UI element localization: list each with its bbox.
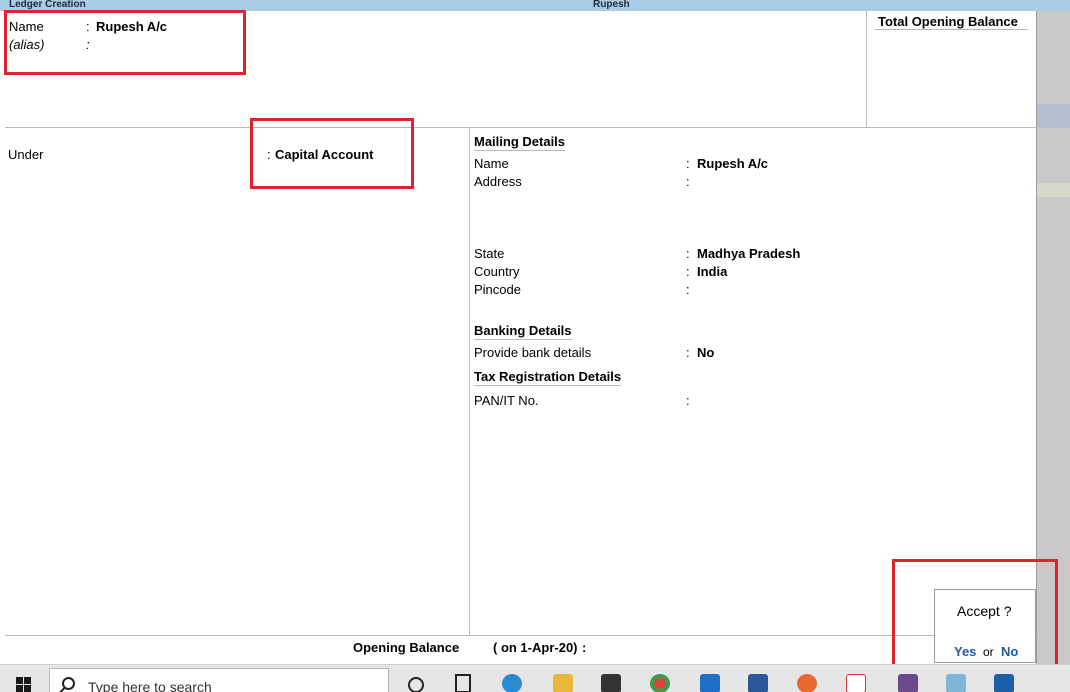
address-field[interactable] [697, 174, 997, 238]
address-colon: : [686, 174, 690, 189]
provide-bank-details-field[interactable]: No [697, 345, 714, 360]
pan-label: PAN/IT No. [474, 393, 539, 408]
window-title: Ledger Creation [9, 0, 86, 10]
file-explorer-icon[interactable] [553, 674, 573, 692]
company-name: Rupesh [593, 0, 630, 10]
divider [469, 128, 470, 635]
state-colon: : [686, 246, 690, 261]
firefox-icon[interactable] [797, 674, 817, 692]
opening-balance-label: Opening Balance [353, 640, 460, 655]
mailing-name-colon: : [686, 156, 690, 171]
divider [5, 635, 1037, 636]
pincode-field[interactable] [697, 282, 847, 298]
divider [866, 11, 867, 127]
opening-balance-date: ( on 1-Apr-20) [493, 640, 578, 655]
chrome-icon[interactable] [650, 674, 670, 692]
search-placeholder: Type here to search [88, 679, 212, 692]
pan-field[interactable] [697, 393, 847, 409]
banking-details-heading: Banking Details [474, 323, 572, 340]
edge-icon[interactable] [502, 674, 522, 692]
task-view-icon[interactable] [455, 674, 471, 692]
highlight-box-name [4, 10, 246, 75]
country-label: Country [474, 264, 520, 279]
tax-registration-heading: Tax Registration Details [474, 369, 622, 386]
pdf-icon[interactable] [846, 674, 866, 692]
taskbar-search-box[interactable]: Type here to search [49, 668, 389, 692]
mailing-name-label: Name [474, 156, 509, 171]
cortana-icon[interactable] [408, 677, 424, 692]
opening-balance-colon: : [582, 640, 587, 655]
windows-taskbar: Type here to search [0, 664, 1070, 692]
pincode-colon: : [686, 282, 690, 297]
divider [5, 127, 1037, 128]
tally-icon[interactable] [994, 674, 1014, 692]
divider [875, 29, 1028, 30]
side-panel-band [1037, 104, 1070, 128]
mail-icon[interactable] [700, 674, 720, 692]
opening-balance-field[interactable] [595, 640, 795, 656]
state-field[interactable]: Madhya Pradesh [697, 246, 800, 261]
country-colon: : [686, 264, 690, 279]
windows-start-icon[interactable] [16, 677, 32, 692]
under-label: Under [8, 147, 44, 162]
address-label: Address [474, 174, 522, 189]
pincode-label: Pincode [474, 282, 521, 297]
search-icon [62, 677, 75, 690]
mailing-name-field[interactable]: Rupesh A/c [697, 156, 768, 171]
notepad-icon[interactable] [946, 674, 966, 692]
side-panel-band [1037, 183, 1070, 197]
provide-bank-details-colon: : [686, 345, 690, 360]
winrar-icon[interactable] [898, 674, 918, 692]
store-icon[interactable] [601, 674, 621, 692]
total-opening-balance-heading: Total Opening Balance [878, 14, 1018, 29]
pan-colon: : [686, 393, 690, 408]
highlight-box-under [250, 118, 414, 189]
word-icon[interactable] [748, 674, 768, 692]
mailing-details-heading: Mailing Details [474, 134, 566, 151]
state-label: State [474, 246, 505, 261]
country-field[interactable]: India [697, 264, 727, 279]
provide-bank-details-label: Provide bank details [474, 345, 592, 360]
